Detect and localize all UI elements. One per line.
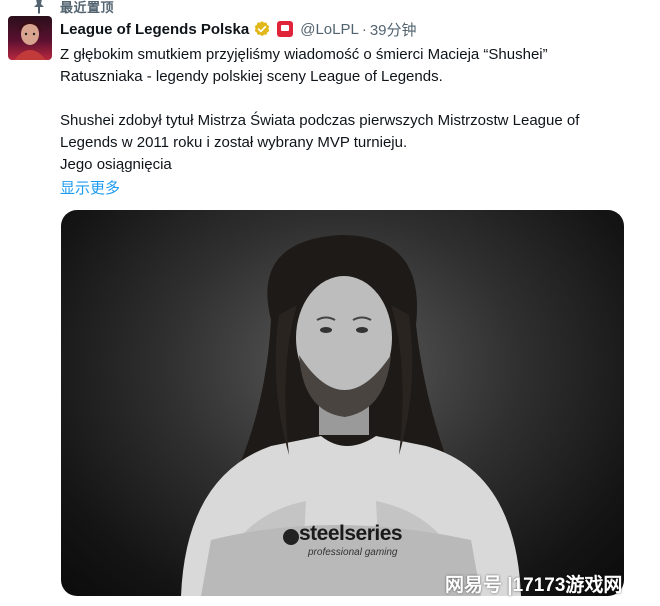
tweet-text-line: Z głębokim smutkiem przyjęliśmy wiadomoś… <box>60 46 548 63</box>
verified-badge-icon <box>255 21 270 37</box>
tweet-text-line: Legends w 2011 roku i został wybrany MVP… <box>60 134 408 151</box>
tweet-text-line: Jego osiągnięcia <box>60 156 172 173</box>
tweet-text-line: Ratuszniaka - legendy polskiej sceny Lea… <box>60 68 443 85</box>
avatar[interactable] <box>8 16 52 60</box>
show-more-link[interactable]: 显示更多 <box>60 177 120 198</box>
user-handle[interactable]: @LoLPL <box>300 21 359 38</box>
tweet-header: League of Legends Polska @LoLPL · 39分钟 <box>60 18 417 40</box>
display-name[interactable]: League of Legends Polska <box>60 21 249 38</box>
tweet-text-line: Shushei zdobył tytuł Mistrza Świata podc… <box>60 112 580 129</box>
pin-icon <box>34 0 44 14</box>
pinned-row: 最近置顶 <box>0 0 660 15</box>
avatar-image <box>14 21 46 60</box>
affiliate-badge-icon[interactable] <box>277 21 294 37</box>
tweet-text: Z głębokim smutkiem przyjęliśmy wiadomoś… <box>60 44 640 176</box>
pinned-label: 最近置顶 <box>60 0 115 15</box>
shirt-brand-text: steelseries <box>299 522 403 545</box>
watermark: 网易号 |17173游戏网 <box>445 575 623 596</box>
timestamp[interactable]: 39分钟 <box>370 19 417 40</box>
separator-dot: · <box>361 20 367 38</box>
tweet-screenshot: 最近置顶 League of Legends Polska @LoLPL · 3… <box>0 0 660 606</box>
shirt-sub-text: professional gaming <box>308 547 398 558</box>
